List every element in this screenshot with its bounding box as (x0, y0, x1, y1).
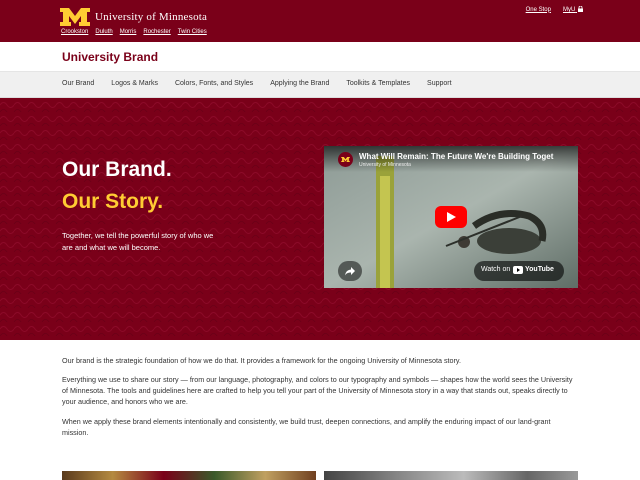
video-title[interactable]: What Will Remain: The Future We're Build… (359, 152, 563, 161)
site-header: University Brand (0, 42, 640, 72)
nav-item-colors-fonts-styles[interactable]: Colors, Fonts, and Styles (175, 80, 253, 87)
share-button[interactable] (338, 261, 362, 281)
logo-text: University of Minnesota (95, 11, 208, 23)
play-button[interactable] (435, 206, 467, 228)
lock-icon (578, 6, 583, 12)
block-m-icon (341, 156, 350, 163)
intro-paragraph-1: Our brand is the strategic foundation of… (62, 356, 461, 365)
one-stop-link[interactable]: One Stop (526, 7, 551, 13)
campus-link-morris[interactable]: Morris (120, 29, 137, 35)
feature-image-left[interactable] (62, 471, 316, 480)
block-m-icon (60, 8, 90, 26)
campus-link-rochester[interactable]: Rochester (143, 29, 170, 35)
nav-item-toolkits-templates[interactable]: Toolkits & Templates (346, 80, 410, 87)
watch-on-youtube-button[interactable]: Watch on YouTube (474, 261, 564, 281)
hero-heading-line2: Our Story. (62, 190, 164, 213)
hero-heading-line1: Our Brand. (62, 158, 172, 181)
video-channel: University of Minnesota (359, 162, 411, 168)
share-icon (345, 267, 355, 276)
play-icon (447, 212, 456, 222)
feature-image-right[interactable] (324, 471, 578, 480)
main-nav: Our Brand Logos & Marks Colors, Fonts, a… (0, 72, 640, 98)
channel-avatar[interactable] (338, 152, 353, 167)
youtube-label: YouTube (525, 266, 554, 273)
youtube-icon (513, 266, 523, 274)
campus-links: Crookston Duluth Morris Rochester Twin C… (61, 29, 207, 35)
umn-logo-link[interactable]: University of Minnesota (59, 8, 207, 26)
myu-link[interactable]: MyU (563, 6, 583, 13)
campus-link-twin-cities[interactable]: Twin Cities (178, 29, 207, 35)
site-title[interactable]: University Brand (62, 50, 158, 64)
hero-section: Our Brand. Our Story. Together, we tell … (0, 98, 640, 340)
watch-on-label: Watch on (481, 266, 511, 273)
nav-item-our-brand[interactable]: Our Brand (62, 80, 94, 87)
intro-content: Our brand is the strategic foundation of… (62, 355, 578, 446)
nav-item-logos-marks[interactable]: Logos & Marks (111, 80, 158, 87)
myu-label: MyU (562, 7, 576, 13)
video-embed[interactable]: What Will Remain: The Future We're Build… (324, 146, 578, 288)
intro-paragraph-2: Everything we use to share our story — f… (62, 375, 573, 407)
campus-link-duluth[interactable]: Duluth (95, 29, 112, 35)
hero-paragraph: Together, we tell the powerful story of … (62, 231, 214, 252)
nav-item-applying-brand[interactable]: Applying the Brand (270, 80, 329, 87)
global-header: University of Minnesota Crookston Duluth… (0, 0, 640, 42)
intro-paragraph-3: When we apply these brand elements inten… (62, 416, 551, 437)
nav-item-support[interactable]: Support (427, 80, 452, 87)
utility-links: One Stop MyU (526, 6, 583, 13)
campus-link-crookston[interactable]: Crookston (61, 29, 88, 35)
